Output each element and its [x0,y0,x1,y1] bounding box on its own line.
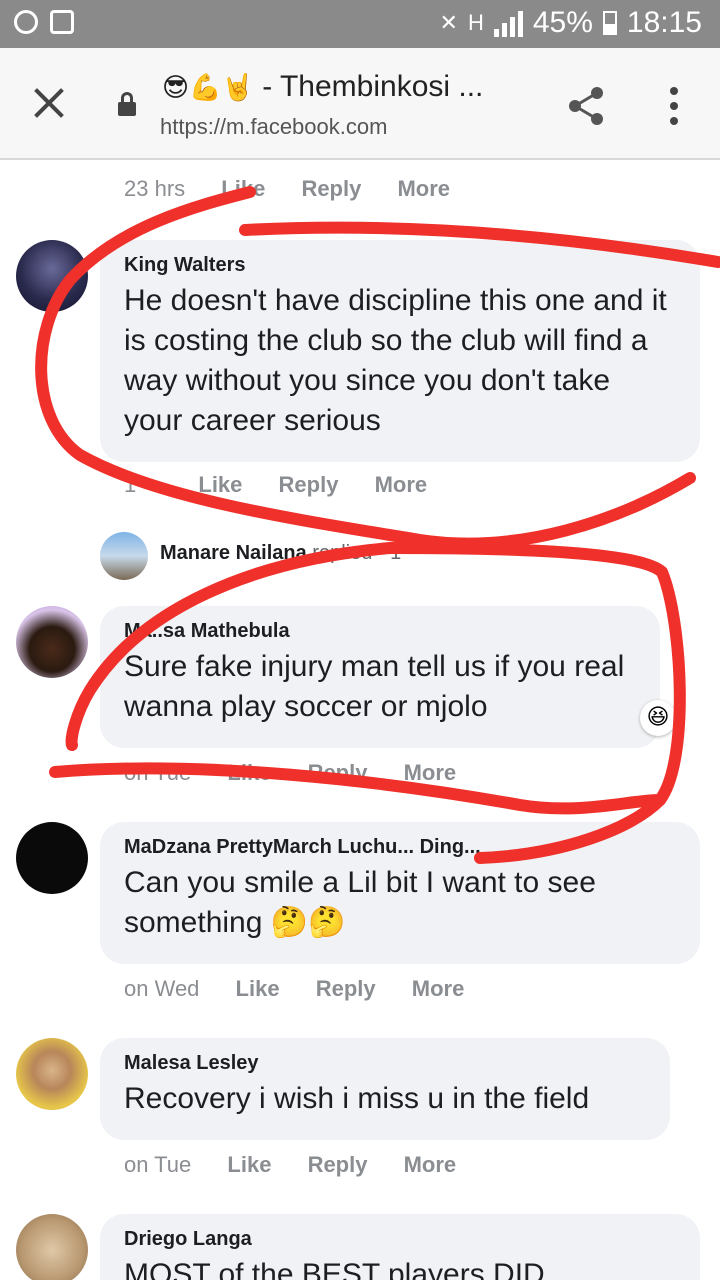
close-icon[interactable] [30,84,68,122]
comment-bubble: Driego Langa MOST of the BEST players DI… [100,1214,700,1280]
like-button[interactable]: Like [198,472,242,497]
comment-text: Recovery i wish i miss u in the field [124,1082,590,1115]
reply-button[interactable]: Reply [308,760,368,785]
browser-toolbar: 😎💪🤘 - Thembinkosi ... https://m.facebook… [0,48,720,160]
status-bar: ✕ H 45% 18:15 [0,0,720,48]
reply-suffix: replied · 1 [306,542,402,564]
commenter-name[interactable]: Malesa Lesley [124,1052,646,1075]
reply-button[interactable]: Reply [316,976,376,1001]
comment-text: MOST of the BEST players DID [124,1258,545,1280]
comment-time: 1 [124,472,137,497]
avatar[interactable] [16,1214,88,1280]
avatar[interactable] [16,822,88,894]
comment-bubble: MaDzana PrettyMarch Luchu... Ding... Can… [100,822,700,964]
reply-author: Manare Nailana [160,542,307,564]
comment-time: on Wed [124,976,200,1001]
like-button[interactable]: Like [221,176,265,201]
comment-actions: on Wed Like Reply More [124,976,464,1002]
comment-actions: 1 Like Reply More [124,472,427,498]
avatar[interactable] [16,240,88,312]
page-title: 😎💪🤘 - Thembinkosi ... [162,70,483,104]
url-display[interactable]: https://m.facebook.com [160,114,387,140]
clock: 18:15 [626,6,702,39]
comment-bubble: King Walters He doesn't have discipline … [100,240,700,462]
like-button[interactable]: Like [227,1152,271,1177]
comment-bubble: Ma..sa Mathebula Sure fake injury man te… [100,606,660,748]
battery-percent: 45% [532,6,593,39]
more-button[interactable]: More [397,176,450,201]
commenter-name[interactable]: Ma..sa Mathebula [124,620,636,643]
more-button[interactable]: More [404,1152,457,1177]
reply-button[interactable]: Reply [301,176,361,201]
title-text: - Thembinkosi ... [253,70,484,103]
avatar[interactable] [100,532,148,580]
like-button[interactable]: Like [227,760,271,785]
more-button[interactable]: More [375,472,428,497]
overflow-menu-icon[interactable] [666,86,682,126]
gallery-icon [50,10,74,34]
avatar[interactable] [16,606,88,678]
lock-icon[interactable] [118,92,136,116]
comment-actions: on Tue Like Reply More [124,1152,456,1178]
comment-time: on Tue [124,1152,192,1177]
screen: ✕ H 45% 18:15 😎💪🤘 - Thembinkosi ... http… [0,0,720,1280]
comment-text: Sure fake injury man tell us if you real… [124,650,625,723]
comment-time: 23 hrs [124,176,186,201]
comment-actions: on Tue Like Reply More [124,760,456,786]
comment-actions: 23 hrs Like Reply More [124,176,450,202]
reaction-icon[interactable]: 😆 [640,700,676,736]
mute-icon: ✕ [439,10,458,35]
commenter-name[interactable]: King Walters [124,254,676,277]
more-button[interactable]: More [404,760,457,785]
comment-text: Can you smile a Lil bit I want to see so… [124,866,596,939]
comment-time: on Tue [124,760,192,785]
notification-icons [14,10,74,34]
commenter-name[interactable]: Driego Langa [124,1228,676,1251]
system-icons: ✕ H 45% 18:15 [440,6,702,40]
network-type-icon: H [467,10,484,35]
avatar[interactable] [16,1038,88,1110]
replies-preview[interactable]: Manare Nailana replied · 1 [160,542,401,565]
share-icon[interactable] [566,86,606,126]
like-button[interactable]: Like [236,976,280,1001]
reply-button[interactable]: Reply [308,1152,368,1177]
commenter-name[interactable]: MaDzana PrettyMarch Luchu... Ding... [124,836,676,859]
title-emojis: 😎💪🤘 [162,73,254,103]
reply-button[interactable]: Reply [279,472,339,497]
comment-text: He doesn't have discipline this one and … [124,284,667,437]
comment-bubble: Malesa Lesley Recovery i wish i miss u i… [100,1038,670,1140]
battery-icon [602,11,617,35]
sync-icon [14,10,38,34]
more-button[interactable]: More [412,976,465,1001]
signal-icon [493,9,523,37]
